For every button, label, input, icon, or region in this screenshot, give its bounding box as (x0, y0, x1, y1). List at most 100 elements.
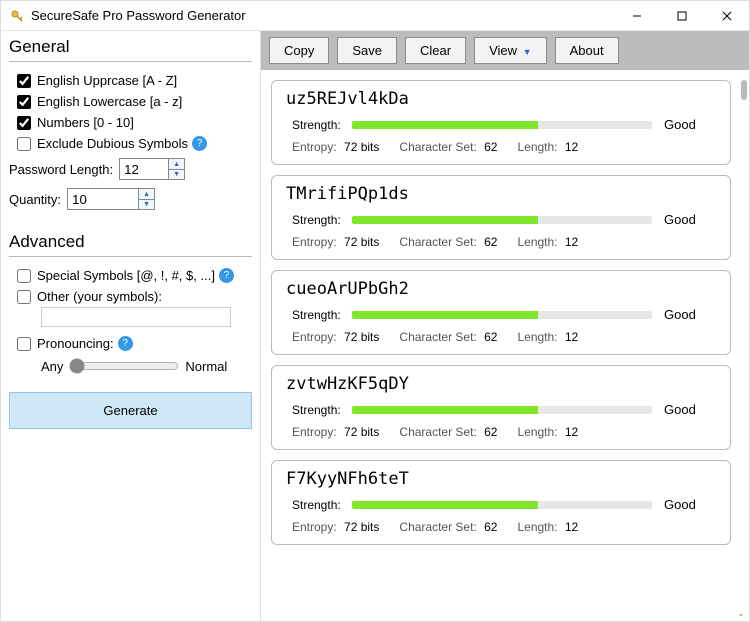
generate-button[interactable]: Generate (9, 392, 252, 429)
quantity-spinbox[interactable]: ▲ ▼ (67, 188, 155, 210)
strength-label: Strength: (292, 308, 352, 322)
close-button[interactable] (704, 1, 749, 30)
clear-button[interactable]: Clear (405, 37, 466, 64)
strength-bar (352, 501, 652, 509)
other-symbols-input[interactable] (41, 307, 231, 327)
about-button[interactable]: About (555, 37, 619, 64)
strength-fill (352, 406, 538, 414)
option-lowercase[interactable]: English Lowercase [a - z] (9, 91, 252, 112)
lowercase-label: English Lowercase [a - z] (37, 94, 182, 109)
meta-row: Entropy: 72 bitsCharacter Set: 62Length:… (286, 514, 716, 536)
password-value[interactable]: TMrifiPQp1ds (286, 184, 716, 204)
meta-row: Entropy: 72 bits Character Set: 62 Length:… (286, 229, 716, 251)
length: Length: 12 (517, 235, 578, 249)
chevron-down-icon: ▼ (523, 47, 532, 57)
password-card[interactable]: uz5REJvl4kDa Strength: Good Entropy: 72 bit… (271, 80, 731, 165)
view-label: View (489, 43, 517, 58)
strength-bar (352, 121, 652, 129)
lowercase-checkbox[interactable] (17, 95, 31, 109)
minimize-button[interactable] (614, 1, 659, 30)
help-icon[interactable]: ? (192, 136, 207, 151)
password-card[interactable]: TMrifiPQp1ds Strength: Good Entropy: 72 bit… (271, 175, 731, 260)
content: General English Upprcase [A - Z] English… (1, 31, 749, 621)
password-length-spinbuttons: ▲ ▼ (168, 159, 184, 179)
option-exclude[interactable]: Exclude Dubious Symbols ? (9, 133, 252, 154)
option-other[interactable]: Other (your symbols): (9, 286, 252, 307)
password-value[interactable]: cueoArUPbGh2 (286, 279, 716, 299)
charset: Character Set: 62 (399, 330, 497, 344)
meta-row: Entropy: 72 bitsCharacter Set: 62Length:… (286, 419, 716, 441)
results-list[interactable]: uz5REJvl4kDa Strength: Good Entropy: 72 bit… (261, 70, 749, 621)
pronouncing-label: Pronouncing: (37, 336, 114, 351)
entropy: Entropy: 72 bits (292, 235, 379, 249)
spin-down-icon[interactable]: ▼ (139, 199, 154, 209)
option-pronouncing[interactable]: Pronouncing: ? (9, 333, 252, 354)
option-special[interactable]: Special Symbols [@, !, #, $, ...] ? (9, 265, 252, 286)
strength-text: Good (664, 117, 710, 132)
password-value[interactable]: F7KyyNFh6teT (286, 469, 716, 489)
window-controls (614, 1, 749, 30)
strength-text: Good (664, 212, 710, 227)
length: Length: 12 (517, 425, 578, 439)
numbers-checkbox[interactable] (17, 116, 31, 130)
strength-bar (352, 216, 652, 224)
pronouncing-slider[interactable] (69, 358, 179, 374)
strength-row: Strength: Good (286, 495, 716, 514)
strength-text: Good (664, 402, 710, 417)
strength-text: Good (664, 497, 710, 512)
save-button[interactable]: Save (337, 37, 397, 64)
password-card[interactable]: cueoArUPbGh2 Strength:Good Entropy: 72 bit… (271, 270, 731, 355)
entropy: Entropy: 72 bits (292, 330, 379, 344)
strength-fill (352, 311, 538, 319)
password-length-spinbox[interactable]: ▲ ▼ (119, 158, 185, 180)
scroll-down-icon[interactable]: ⌄ (733, 605, 749, 621)
advanced-header: Advanced (9, 230, 252, 257)
strength-label: Strength: (292, 118, 352, 132)
exclude-checkbox[interactable] (17, 137, 31, 151)
password-length-row: Password Length: ▲ ▼ (9, 154, 252, 184)
copy-button[interactable]: Copy (269, 37, 329, 64)
strength-row: Strength:Good (286, 400, 716, 419)
exclude-label: Exclude Dubious Symbols (37, 136, 188, 151)
maximize-button[interactable] (659, 1, 704, 30)
strength-fill (352, 501, 538, 509)
password-card[interactable]: F7KyyNFh6teT Strength: Good Entropy: 72 bit… (271, 460, 731, 545)
option-uppercase[interactable]: English Upprcase [A - Z] (9, 70, 252, 91)
strength-label: Strength: (292, 213, 352, 227)
help-icon[interactable]: ? (118, 336, 133, 351)
meta-row: Entropy: 72 bitsCharacter Set: 62Length:… (286, 324, 716, 346)
charset: Character Set: 62 (399, 235, 497, 249)
help-icon[interactable]: ? (219, 268, 234, 283)
scrollbar[interactable]: ⌄ (733, 70, 749, 621)
spin-down-icon[interactable]: ▼ (169, 169, 184, 179)
uppercase-label: English Upprcase [A - Z] (37, 73, 177, 88)
sidebar: General English Upprcase [A - Z] English… (1, 31, 261, 621)
quantity-input[interactable] (68, 189, 138, 209)
strength-bar (352, 406, 652, 414)
other-checkbox[interactable] (17, 290, 31, 304)
spin-up-icon[interactable]: ▲ (139, 189, 154, 199)
strength-row: Strength:Good (286, 305, 716, 324)
option-numbers[interactable]: Numbers [0 - 10] (9, 112, 252, 133)
spin-up-icon[interactable]: ▲ (169, 159, 184, 169)
charset: Character Set: 62 (399, 520, 497, 534)
charset: Character Set: 62 (399, 140, 497, 154)
view-button[interactable]: View ▼ (474, 37, 547, 64)
pronouncing-checkbox[interactable] (17, 337, 31, 351)
strength-row: Strength: Good (286, 115, 716, 134)
password-card[interactable]: zvtwHzKF5qDY Strength:GoodEntropy: 72 bit… (271, 365, 731, 450)
entropy: Entropy: 72 bits (292, 140, 379, 154)
charset: Character Set: 62 (399, 425, 497, 439)
slider-left-label: Any (41, 359, 63, 374)
slider-right-label: Normal (185, 359, 227, 374)
uppercase-checkbox[interactable] (17, 74, 31, 88)
password-value[interactable]: uz5REJvl4kDa (286, 89, 716, 109)
app-window: SecureSafe Pro Password Generator Genera… (0, 0, 750, 622)
password-value[interactable]: zvtwHzKF5qDY (286, 374, 716, 394)
titlebar: SecureSafe Pro Password Generator (1, 1, 749, 31)
special-checkbox[interactable] (17, 269, 31, 283)
strength-label: Strength: (292, 498, 352, 512)
length: Length: 12 (517, 520, 578, 534)
password-length-input[interactable] (120, 159, 168, 179)
scrollbar-thumb[interactable] (741, 80, 747, 100)
